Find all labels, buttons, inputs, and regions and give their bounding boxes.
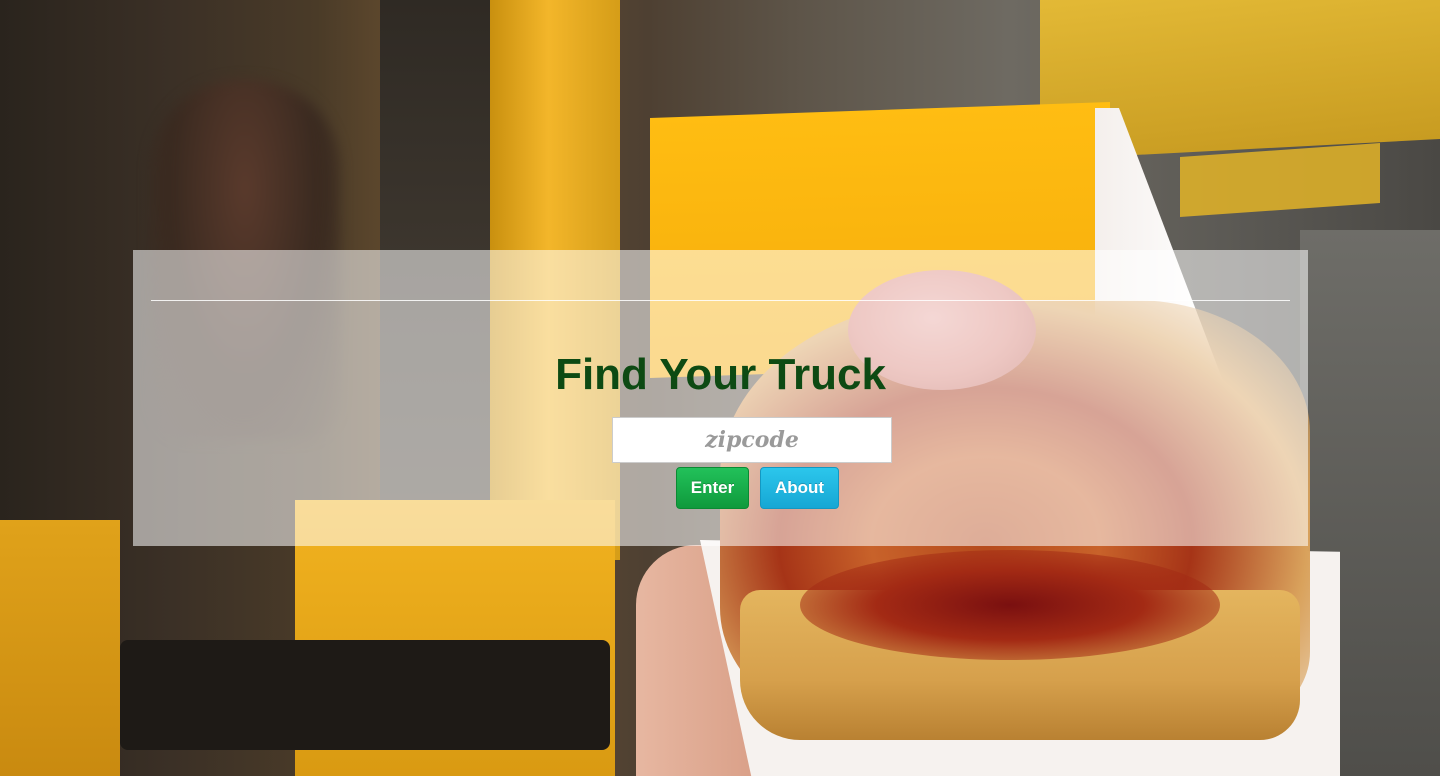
background-sauce [800, 550, 1220, 660]
about-button[interactable]: About [760, 467, 839, 509]
background-truck-bumper [120, 640, 610, 750]
divider [151, 300, 1290, 301]
page: Find Your Truck Enter About [0, 0, 1440, 776]
hero-panel: Find Your Truck Enter About [133, 250, 1308, 546]
background-truck-panel-left [0, 520, 120, 776]
page-title: Find Your Truck [555, 350, 886, 399]
enter-button[interactable]: Enter [676, 467, 749, 509]
zipcode-input[interactable] [612, 417, 892, 463]
